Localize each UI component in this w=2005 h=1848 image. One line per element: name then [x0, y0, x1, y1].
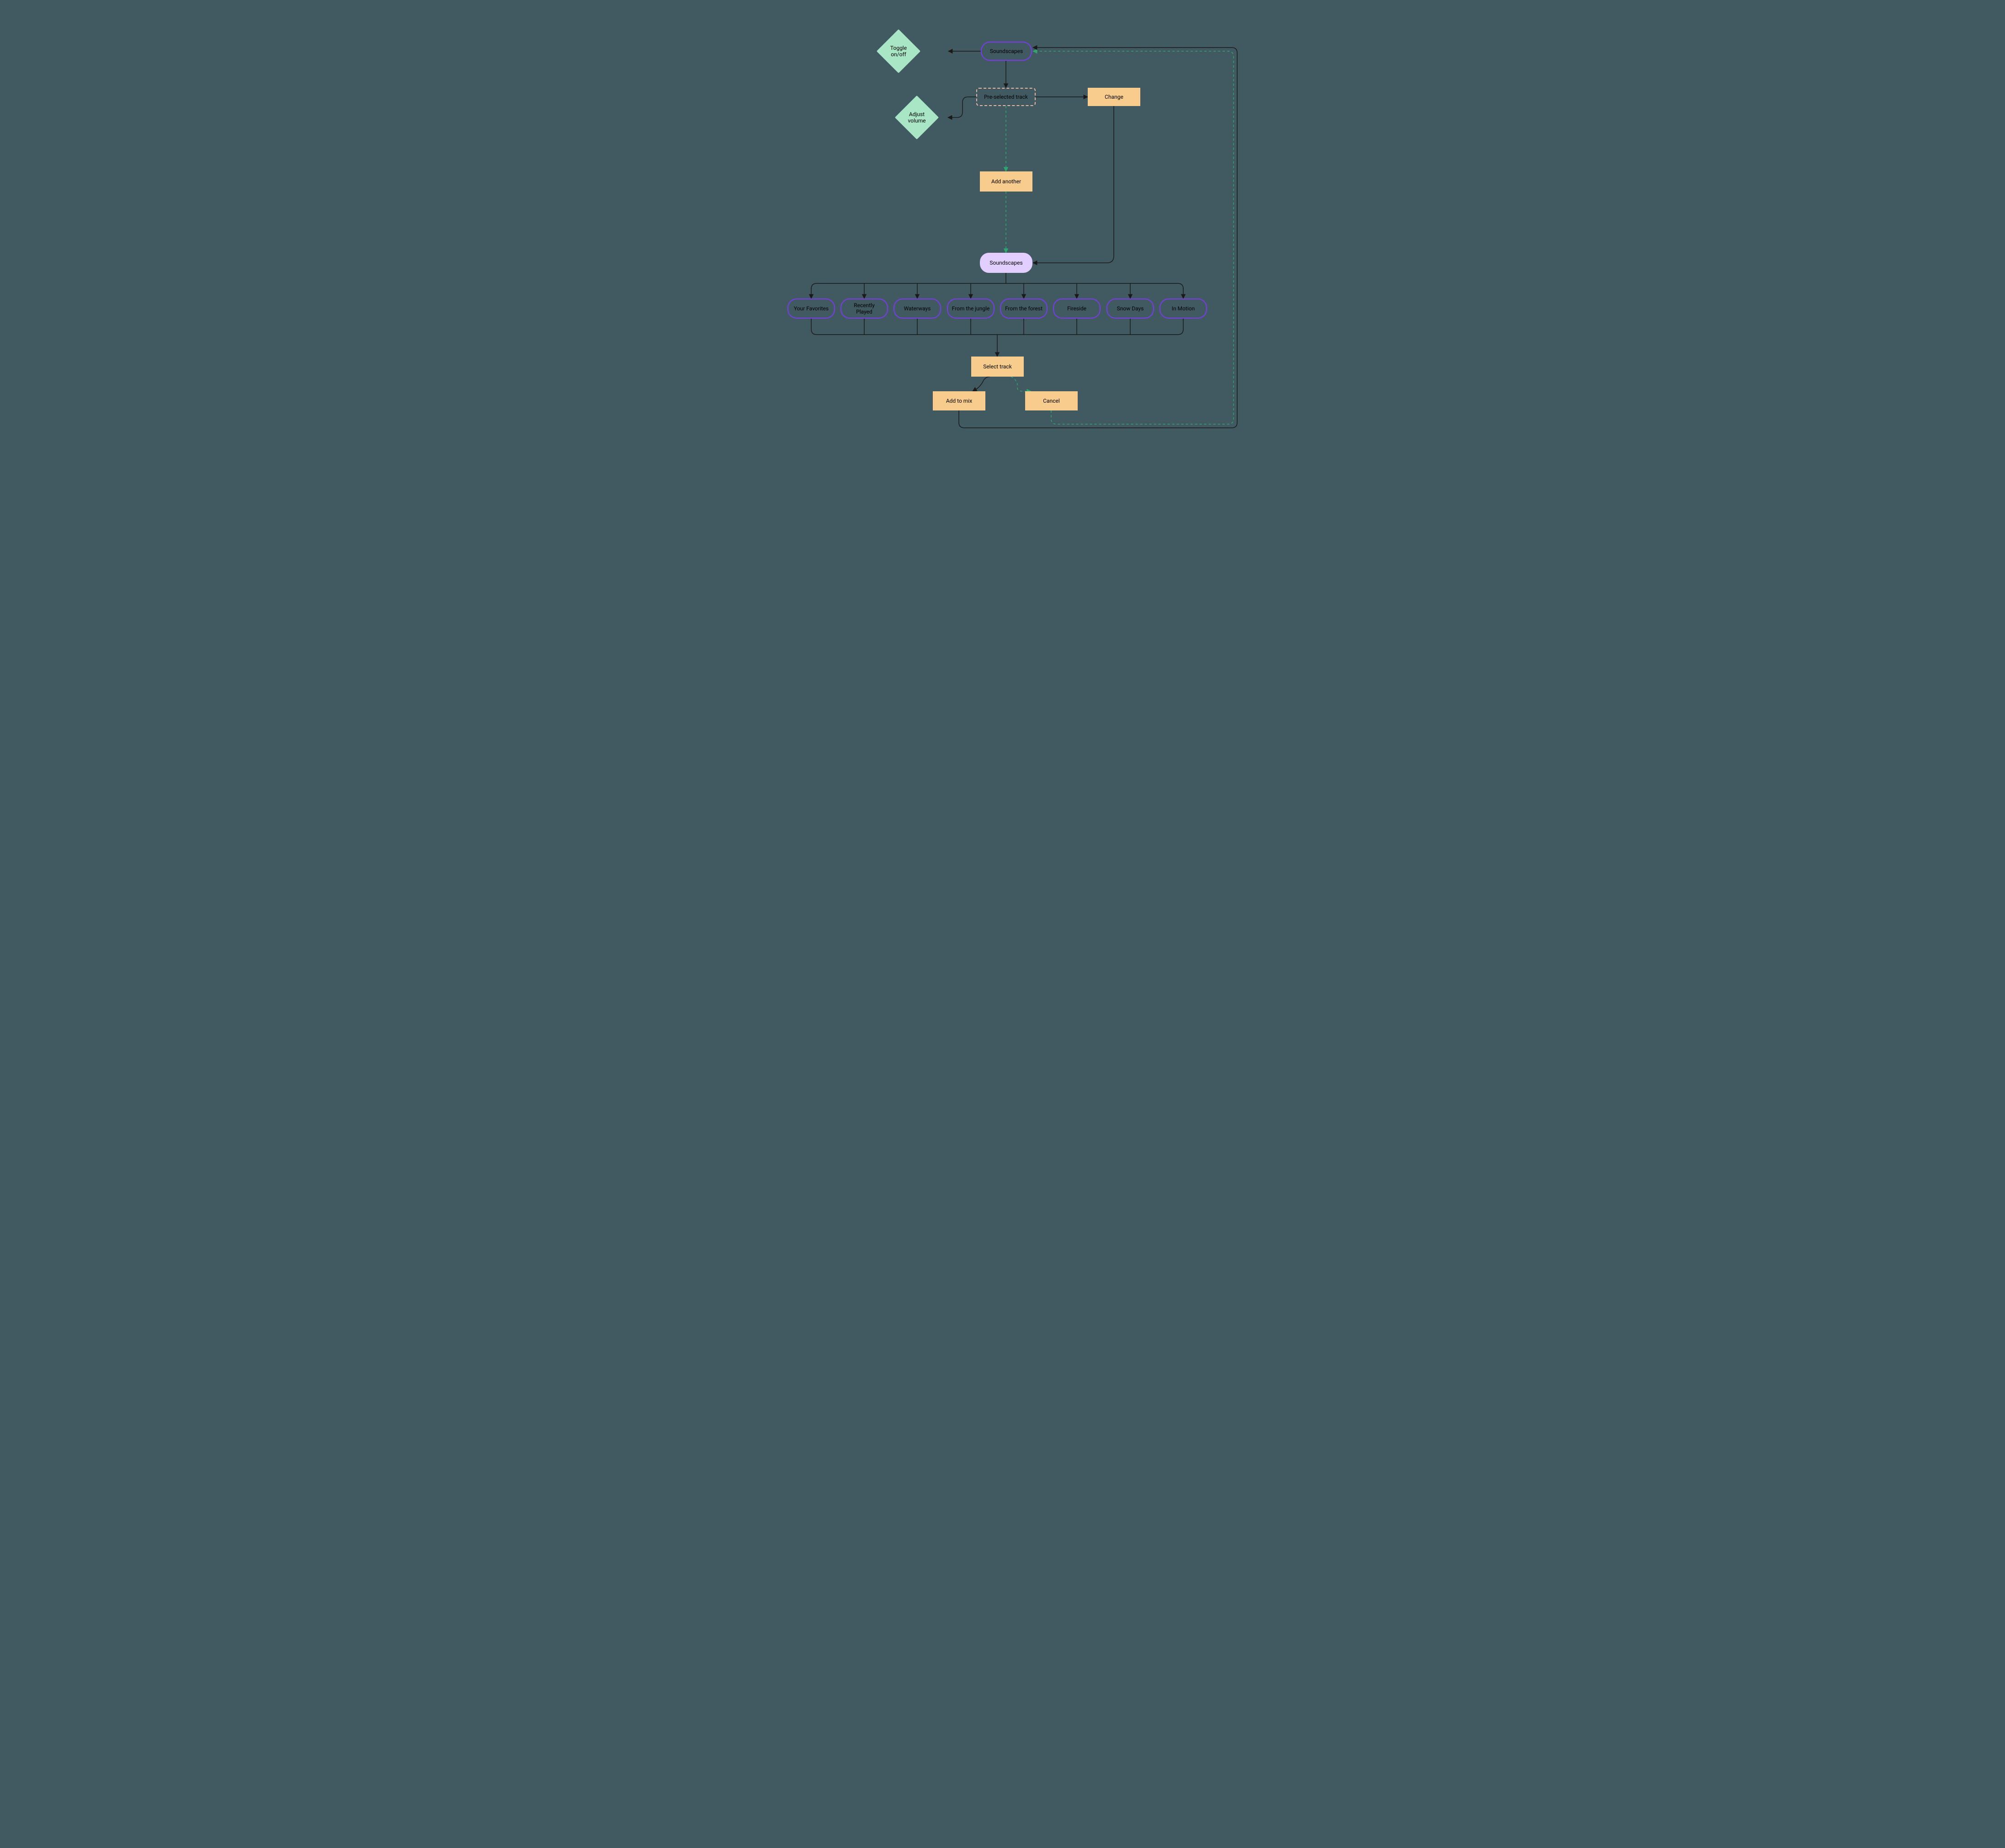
category-in-motion: In Motion: [1159, 298, 1207, 319]
node-soundscapes-top: Soundscapes: [981, 42, 1032, 61]
node-cancel: Cancel: [1025, 391, 1078, 410]
node-soundscapes-mid: Soundscapes: [980, 253, 1032, 273]
node-preselected-track: Pre-selected track: [976, 88, 1036, 106]
category-from-the-forest: From the forest: [1000, 298, 1048, 319]
node-adjust-volume-label: Adjust volume: [908, 111, 926, 124]
node-toggle-label: Toggle on/off: [887, 45, 910, 58]
flowchart-canvas: Soundscapes Toggle on/off Pre-selected t…: [752, 0, 1253, 461]
node-select-track: Select track: [971, 357, 1024, 377]
node-add-to-mix: Add to mix: [933, 391, 985, 410]
category-from-the-jungle: From the jungle: [947, 298, 995, 319]
category-your-favorites: Your Favorites: [787, 298, 835, 319]
category-recently-played: Recently Played: [840, 298, 888, 319]
node-adjust-volume: Adjust volume: [901, 102, 932, 133]
edge-layer: [752, 0, 1253, 461]
node-add-another: Add another: [980, 171, 1032, 192]
category-fireside: Fireside: [1053, 298, 1101, 319]
category-snow-days: Snow Days: [1106, 298, 1154, 319]
category-waterways: Waterways: [893, 298, 941, 319]
node-change: Change: [1088, 88, 1140, 106]
node-toggle-onoff: Toggle on/off: [883, 36, 914, 67]
